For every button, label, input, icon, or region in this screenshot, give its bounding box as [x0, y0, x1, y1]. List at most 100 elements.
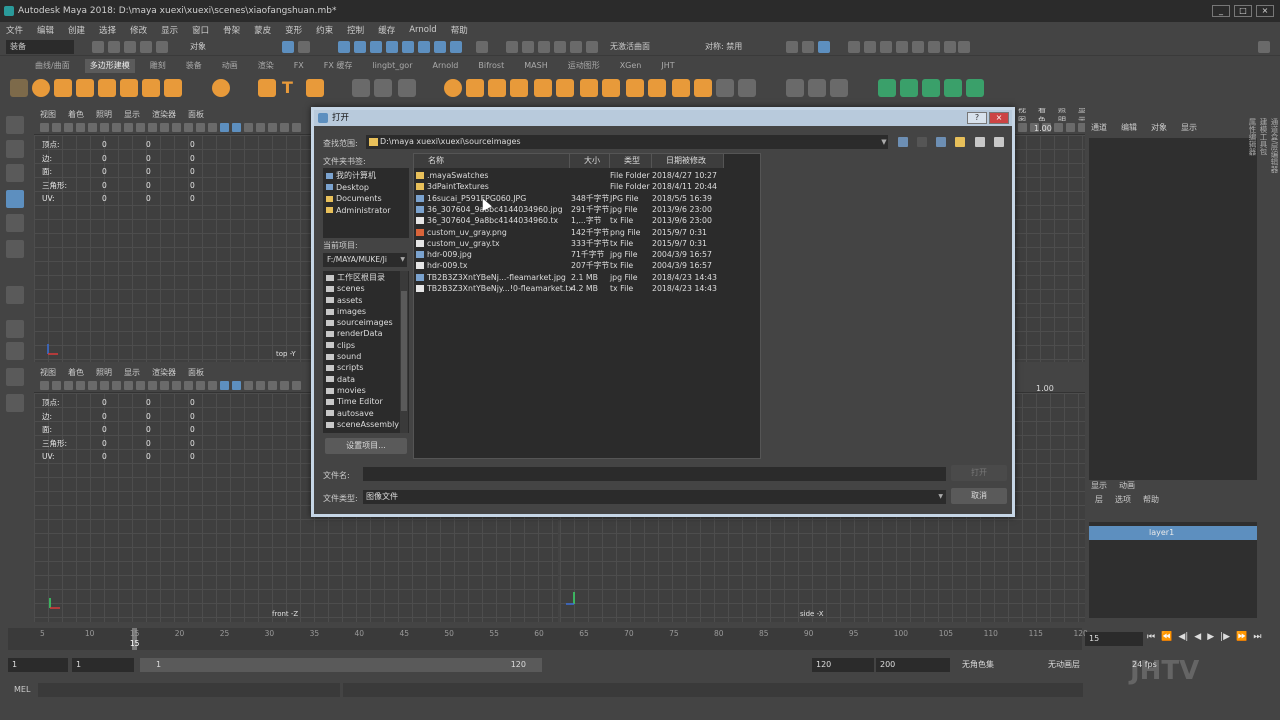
project-folder-item[interactable]: autosave: [326, 408, 406, 419]
viewport-tool-icon[interactable]: [220, 123, 229, 132]
file-row[interactable]: 36_307604_9a8bc4144034960.tx 1,...字节 tx Fi…: [416, 215, 736, 226]
back-icon[interactable]: [898, 137, 908, 147]
viewport-tool-icon[interactable]: [40, 123, 49, 132]
viewport-tool-icon[interactable]: [280, 381, 289, 390]
snap-curve-icon[interactable]: [522, 41, 534, 53]
menu-set-select[interactable]: 装备: [6, 40, 74, 54]
current-frame-field[interactable]: 15: [1085, 632, 1143, 646]
snap-projected-icon[interactable]: [554, 41, 566, 53]
single-view-icon[interactable]: [6, 320, 24, 338]
vertical-tab[interactable]: 通道盒/层编辑器: [1269, 118, 1280, 288]
viewport-menu-item[interactable]: 面板: [188, 367, 204, 378]
render-setup-icon[interactable]: [928, 41, 940, 53]
project-combo[interactable]: F:/MAYA/MUKE/Ji: [323, 253, 407, 267]
render-view-icon[interactable]: [848, 41, 860, 53]
project-folder-item[interactable]: scripts: [326, 362, 406, 373]
file-row[interactable]: TB2B3Z3XntYBeNjy...!0-fleamarket.tx 4.2 M…: [416, 283, 736, 294]
new-folder-icon[interactable]: [955, 137, 965, 147]
viewport-tool-icon[interactable]: [292, 123, 301, 132]
rotate-tool-icon[interactable]: [6, 214, 24, 232]
layer-menu-item[interactable]: 层: [1095, 494, 1103, 505]
paint-select-icon[interactable]: [6, 164, 24, 182]
top-viewport[interactable]: 视图 着色 照明 显示 渲染器 面板 顶点: 0 0 0 边: 0 0 0 面: 0 0 0 三角形: 0 0 0 UV:…: [34, 108, 312, 362]
file-row[interactable]: 16sucai_P591FPG060.JPG 348千字节 JPG File 2018…: [416, 193, 736, 204]
viewport-tool-icon[interactable]: [64, 123, 73, 132]
column-header[interactable]: 类型: [610, 154, 652, 168]
viewport-tool-icon[interactable]: [64, 381, 73, 390]
shelf-tab[interactable]: XGen: [615, 59, 647, 73]
shelf-tab[interactable]: 曲线/曲面: [30, 59, 75, 73]
menu-item[interactable]: 编辑: [37, 24, 54, 36]
undo-icon[interactable]: [140, 41, 152, 53]
select-by-object-icon[interactable]: [298, 41, 310, 53]
viewport-tool-icon[interactable]: [52, 381, 61, 390]
smooth-icon[interactable]: [398, 79, 416, 97]
viewport-tool-icon[interactable]: [208, 381, 217, 390]
project-folder-item[interactable]: Time Editor: [326, 396, 406, 407]
viewport-tool-icon[interactable]: [100, 123, 109, 132]
menu-item[interactable]: 帮助: [451, 24, 468, 36]
lock-selection-icon[interactable]: [476, 41, 488, 53]
uv-editor-icon[interactable]: [716, 79, 734, 97]
snap-point-icon[interactable]: [538, 41, 550, 53]
file-row[interactable]: hdr-009.tx 207千字节 tx File 2004/3/9 16:57: [416, 260, 736, 271]
platonic-solid-icon[interactable]: [212, 79, 230, 97]
mask-deformations-icon[interactable]: [418, 41, 430, 53]
shelf-tab[interactable]: Bifrost: [473, 59, 509, 73]
viewport-tool-icon[interactable]: [232, 381, 241, 390]
extrude-icon[interactable]: [488, 79, 506, 97]
viewport-tool-icon[interactable]: [220, 381, 229, 390]
mask-rendering-icon[interactable]: [450, 41, 462, 53]
camera-value[interactable]: 1.00: [1036, 384, 1054, 393]
ipr-render-icon[interactable]: [880, 41, 892, 53]
bookmark-item[interactable]: Documents: [326, 193, 406, 205]
viewport-tool-icon[interactable]: [172, 381, 181, 390]
step-back-key-icon[interactable]: ⏪: [1161, 632, 1172, 642]
menu-item[interactable]: 修改: [130, 24, 147, 36]
make-live-icon[interactable]: [586, 41, 598, 53]
viewport-tool-icon[interactable]: [268, 123, 277, 132]
viewport-tool-icon[interactable]: [196, 381, 205, 390]
range-slider[interactable]: 1 120: [140, 658, 542, 672]
viewport-menu-item[interactable]: 面板: [188, 109, 204, 120]
viewport-menu-item[interactable]: 视图: [40, 367, 56, 378]
target-weld-icon[interactable]: [556, 79, 574, 97]
separate-icon[interactable]: [374, 79, 392, 97]
selection-mode-label[interactable]: 对象: [190, 41, 206, 52]
shelf-tab[interactable]: MASH: [519, 59, 552, 73]
mask-handles-icon[interactable]: [354, 41, 366, 53]
animation-end-field[interactable]: 200: [876, 658, 950, 672]
look-in-combo[interactable]: D:\maya xuexi\xuexi\sourceimages: [366, 135, 888, 149]
lock-icon[interactable]: [1258, 41, 1270, 53]
fill-hole-icon[interactable]: [602, 79, 620, 97]
layer-menu-item[interactable]: 帮助: [1143, 494, 1159, 505]
filename-input[interactable]: [363, 467, 946, 481]
close-window-button[interactable]: ×: [1256, 5, 1274, 17]
viewport-tool-icon[interactable]: [244, 123, 253, 132]
chevron-down-icon[interactable]: ▼: [879, 135, 889, 149]
render-settings-icon[interactable]: [896, 41, 908, 53]
viewport-tool-icon[interactable]: [100, 381, 109, 390]
viewport-tool-icon[interactable]: [112, 123, 121, 132]
render-current-icon[interactable]: [864, 41, 876, 53]
menu-item[interactable]: 约束: [316, 24, 333, 36]
vertical-tab[interactable]: 建模工具包: [1258, 118, 1269, 288]
file-row[interactable]: hdr-009.jpg 71千字节 jpg File 2004/3/9 16:57: [416, 249, 736, 260]
menu-item[interactable]: 变形: [285, 24, 302, 36]
menu-item[interactable]: 显示: [161, 24, 178, 36]
bevel-icon[interactable]: [444, 79, 462, 97]
set-project-button[interactable]: 设置项目...: [325, 438, 407, 454]
detail-view-icon[interactable]: [994, 137, 1004, 147]
snap-view-plane-icon[interactable]: [570, 41, 582, 53]
shelf-tab[interactable]: 动画: [217, 59, 243, 73]
text-tool-icon[interactable]: T: [282, 79, 300, 97]
menu-item[interactable]: 缓存: [378, 24, 395, 36]
viewport-tool-icon[interactable]: [76, 123, 85, 132]
uv-layout-icon[interactable]: [738, 79, 756, 97]
layer-tab[interactable]: 动画: [1119, 480, 1135, 491]
layer-menu-item[interactable]: 选项: [1115, 494, 1131, 505]
step-back-icon[interactable]: ◀|: [1178, 632, 1188, 642]
viewport-menu-item[interactable]: 照明: [96, 109, 112, 120]
project-folder-item[interactable]: assets: [326, 295, 406, 306]
persp-viewport[interactable]: 视图着色照明显示渲染器面板 1.00: [1012, 108, 1085, 362]
